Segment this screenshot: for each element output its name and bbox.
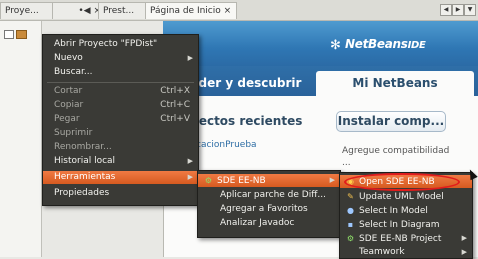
menu-item-paste[interactable]: Pegar Ctrl+V [43, 113, 198, 126]
scroll-left-icon[interactable]: ◀ [440, 4, 452, 16]
menu-item-open-project[interactable]: Abrir Proyecto "FPDist" [43, 38, 198, 51]
logo-brand: NetBeans [345, 37, 408, 51]
tab-services[interactable]: Prest... [98, 2, 148, 19]
menu-item-copy[interactable]: Copiar Ctrl+C [43, 99, 198, 112]
menu-item-sde-ee-nb[interactable]: ⚙ SDE EE-NB ▶ [198, 174, 340, 187]
menu-item-label: Nuevo [54, 53, 83, 63]
menu-item-label: Buscar... [54, 67, 93, 77]
green-gear-icon: ⚙ [346, 234, 355, 243]
menu-item-label: Teamwork [359, 247, 405, 257]
menu-item-label: Aplicar parche de Diff... [220, 190, 327, 200]
menu-item-label: Update UML Model [359, 192, 444, 202]
submenu-arrow-icon: ▶ [187, 157, 193, 165]
menu-item-label: Pegar [54, 114, 80, 124]
menu-item-label: Suprimir [54, 128, 93, 138]
menu-item-label: Cortar [54, 86, 83, 96]
shortcut-copy: Ctrl+C [160, 100, 190, 110]
menu-item-label: Propiedades [54, 188, 110, 198]
menu-item-update-uml[interactable]: ✎ Update UML Model [340, 190, 472, 203]
netbeans-logo: NetBeansIDE [345, 37, 426, 51]
menu-item-select-in-diagram[interactable]: ▪ Select In Diagram [340, 218, 472, 231]
menu-item-local-history[interactable]: Historial local ▶ [43, 155, 198, 168]
tab-projects[interactable]: Proye... [0, 2, 56, 19]
tab-start-page[interactable]: Página de Inicio × [145, 2, 237, 19]
menu-item-analyze-javadoc[interactable]: Analizar Javadoc [198, 217, 340, 230]
menu-item-label: Analizar Javadoc [220, 218, 295, 228]
menu-item-label: Abrir Proyecto "FPDist" [54, 39, 158, 49]
install-plugins-button[interactable]: Instalar comp... [336, 111, 446, 132]
menu-item-label: SDE EE-NB [217, 176, 266, 186]
menu-item-label: Select In Diagram [359, 220, 440, 230]
green-gear-icon: ⚙ [204, 176, 213, 185]
menu-item-label: Historial local [54, 156, 116, 166]
install-description-more: ... [342, 158, 351, 168]
tree-collapse-icon[interactable] [4, 30, 14, 39]
recent-project-link[interactable]: licacionPrueba [191, 140, 257, 150]
tab-start-page-label: Página de Inicio × [150, 6, 232, 16]
uml-icon: ✎ [347, 192, 354, 201]
projects-panel [0, 21, 42, 257]
menu-item-sde-project[interactable]: ⚙ SDE EE-NB Project ▶ [340, 232, 472, 245]
annotation-highlight-oval [344, 173, 460, 191]
menu-item-properties[interactable]: Propiedades [43, 187, 198, 200]
shortcut-cut: Ctrl+X [160, 86, 190, 96]
scroll-right-icon[interactable]: ▶ [452, 4, 464, 16]
menu-item-label: SDE EE-NB Project [359, 234, 442, 244]
menu-item-cut[interactable]: Cortar Ctrl+X [43, 85, 198, 98]
submenu-arrow-icon: ▶ [329, 176, 335, 184]
menu-item-label: Agregar a Favoritos [220, 204, 308, 214]
submenu-arrow-icon: ▶ [187, 173, 193, 181]
menu-item-teamwork[interactable]: Teamwork ▶ [340, 246, 472, 259]
tab-learn-discover[interactable]: nder y descubrir [190, 71, 301, 96]
tab-services-label: Prest... [103, 6, 135, 16]
context-menu: Abrir Proyecto "FPDist" Nuevo ▶ Buscar...… [42, 34, 199, 206]
tab-projects-label: Proye... [5, 6, 39, 16]
menu-item-new[interactable]: Nuevo ▶ [43, 52, 198, 65]
start-page-banner [163, 21, 478, 66]
tab-list-dropdown-icon[interactable]: ▼ [464, 4, 476, 16]
menu-item-label: Herramientas [54, 172, 116, 182]
recent-projects-heading: yectos recientes [191, 114, 303, 128]
menu-item-search[interactable]: Buscar... [43, 66, 198, 79]
submenu-arrow-icon: ▶ [461, 248, 467, 256]
menu-item-apply-diff[interactable]: Aplicar parche de Diff... [198, 189, 340, 202]
tab-my-netbeans[interactable]: Mi NetBeans [316, 71, 474, 96]
dot-icon: ● [347, 206, 354, 215]
menu-item-tools[interactable]: Herramientas ▶ [43, 171, 198, 184]
menu-separator [47, 82, 194, 83]
diagram-icon: ▪ [347, 220, 354, 229]
shortcut-paste: Ctrl+V [160, 114, 190, 124]
menu-item-label: Renombrar... [54, 142, 112, 152]
menu-item-rename[interactable]: Renombrar... [43, 141, 198, 154]
submenu-arrow-icon: ▶ [187, 54, 193, 62]
menu-item-label: Copiar [54, 100, 84, 110]
submenu-arrow-icon: ▶ [461, 234, 467, 242]
menu-item-select-in-model[interactable]: ● Select In Model [340, 204, 472, 217]
tools-submenu: ⚙ SDE EE-NB ▶ Aplicar parche de Diff... Ag… [197, 170, 341, 238]
project-folder-icon[interactable] [16, 30, 27, 39]
logo-suffix: IDE [407, 40, 426, 51]
install-description: Agregue compatibilidad [342, 146, 450, 156]
menu-item-add-favorites[interactable]: Agregar a Favoritos [198, 203, 340, 216]
menu-item-label: Select In Model [359, 206, 428, 216]
menu-item-delete[interactable]: Suprimir [43, 127, 198, 140]
netbeans-logo-icon: ✻ [330, 38, 341, 53]
